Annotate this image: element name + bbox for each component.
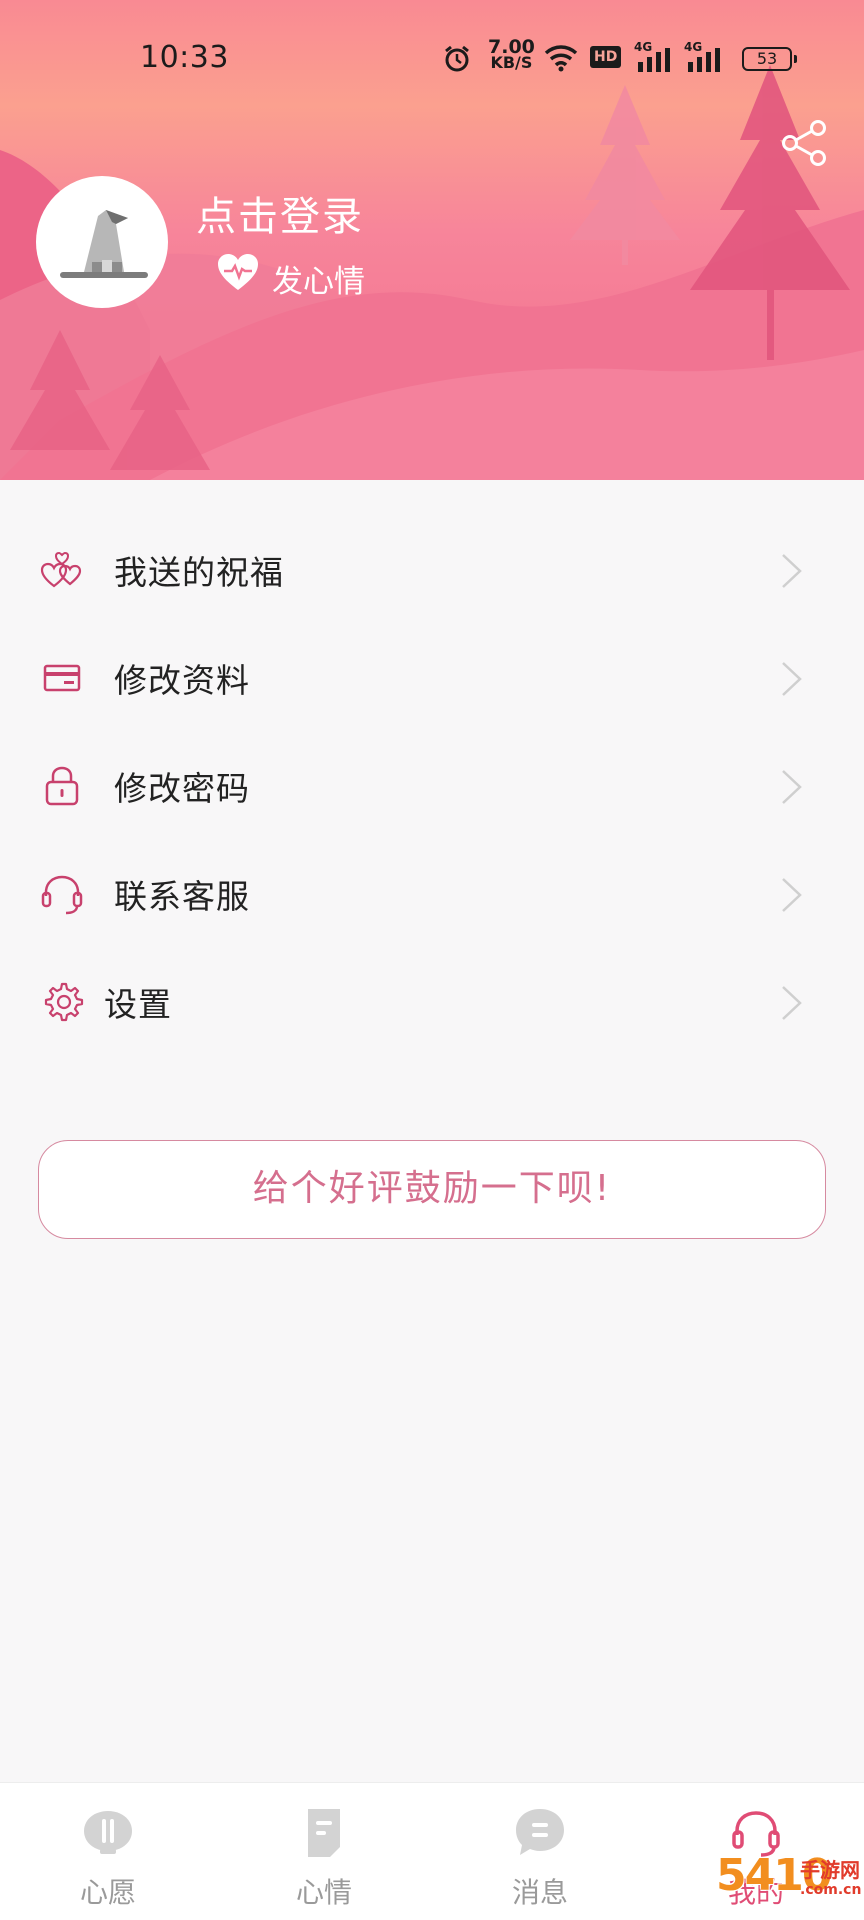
battery-indicator: 53 (742, 47, 797, 71)
menu-label: 联系客服 (114, 877, 250, 916)
status-bar: 10:33 7.00 KB/S HD 4G 4G 53 (0, 0, 864, 115)
post-mood-label: 发心情 (272, 264, 365, 300)
network-speed-unit: KB/S (490, 53, 533, 72)
menu-item-settings[interactable]: 设置 (0, 948, 864, 1056)
settings-menu: 我送的祝福 修改资料 修改密码 联系客服 设置 (0, 516, 864, 1056)
gear-icon (44, 982, 84, 1022)
wizard-hat-icon (60, 210, 148, 278)
watermark-site: 手游网 (800, 1858, 860, 1882)
chevron-right-icon (782, 878, 802, 912)
tab-label: 心情 (295, 1876, 352, 1909)
menu-item-my-blessings[interactable]: 我送的祝福 (0, 516, 864, 624)
menu-label: 修改密码 (114, 769, 250, 808)
signal-bars-icon (638, 48, 670, 72)
profile-header: 10:33 7.00 KB/S HD 4G 4G 53 点击登录 发心情 (0, 0, 864, 480)
note-icon (308, 1809, 340, 1857)
status-time: 10:33 (140, 40, 229, 75)
tab-wish[interactable]: 心愿 (0, 1783, 216, 1920)
tab-messages[interactable]: 消息 (432, 1783, 648, 1920)
alarm-icon (445, 45, 469, 72)
card-icon (43, 664, 81, 692)
chevron-right-icon (782, 770, 802, 804)
menu-item-edit-profile[interactable]: 修改资料 (0, 624, 864, 732)
tab-label: 消息 (511, 1876, 568, 1909)
menu-label: 修改资料 (114, 661, 250, 700)
login-link[interactable]: 点击登录 (196, 184, 364, 242)
lock-icon (45, 766, 79, 806)
avatar[interactable] (36, 176, 168, 308)
chevron-right-icon (782, 986, 802, 1020)
chevron-right-icon (782, 554, 802, 588)
hd-badge: HD (590, 46, 622, 68)
tab-mood[interactable]: 心情 (216, 1783, 432, 1920)
wifi-icon (544, 45, 578, 72)
menu-label: 设置 (104, 985, 172, 1024)
signal-strength-1: 4G (634, 40, 674, 74)
rate-app-button[interactable]: 给个好评鼓励一下呗! (38, 1140, 826, 1239)
tab-label: 心愿 (79, 1876, 136, 1909)
menu-label: 我送的祝福 (114, 553, 284, 592)
menu-item-contact-support[interactable]: 联系客服 (0, 840, 864, 948)
heartbeat-icon (218, 254, 258, 290)
site-watermark: 5410 手游网 .com.cn (716, 1850, 864, 1920)
share-icon[interactable] (780, 118, 830, 168)
network-speed: 7.00 KB/S (488, 38, 535, 72)
wish-icon (84, 1811, 132, 1854)
headset-icon (41, 875, 83, 915)
hearts-icon (40, 551, 82, 588)
menu-item-change-password[interactable]: 修改密码 (0, 732, 864, 840)
chevron-right-icon (782, 662, 802, 696)
watermark-domain: .com.cn (800, 1882, 862, 1898)
signal-strength-2: 4G (684, 40, 724, 74)
signal-bars-icon (688, 48, 720, 72)
message-icon (516, 1809, 564, 1855)
